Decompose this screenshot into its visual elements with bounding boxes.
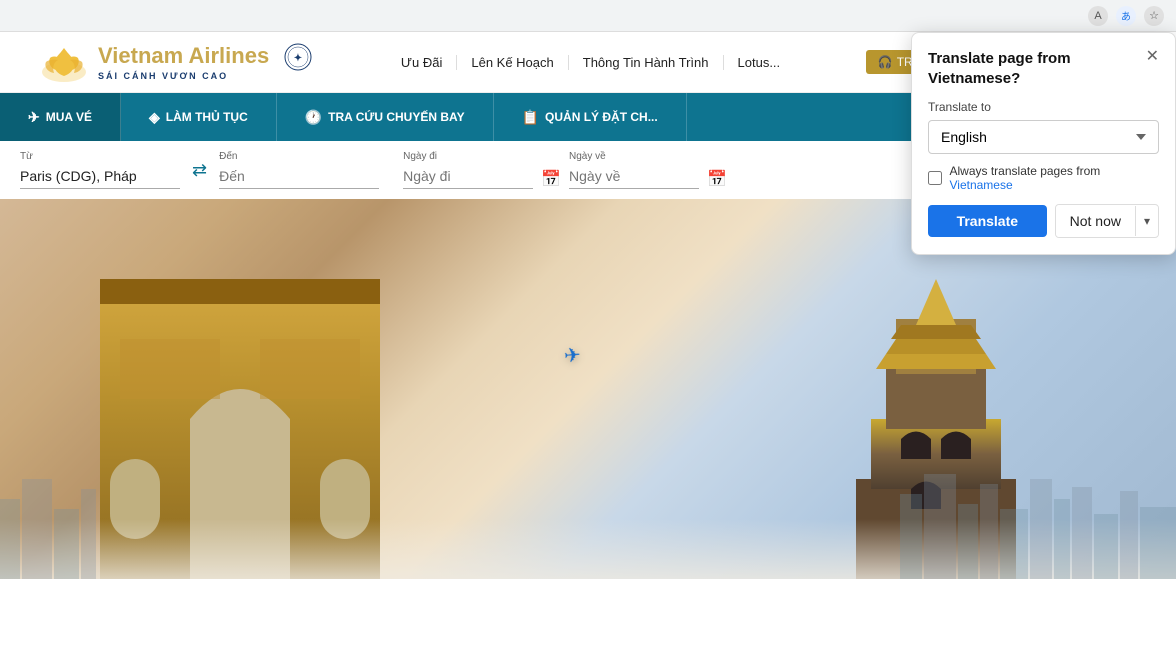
popup-close-button[interactable]: ✕: [1146, 49, 1159, 65]
hero-section: ✈: [0, 199, 1176, 579]
tab-quan-ly-label: QUẢN LÝ ĐẶT CH...: [545, 110, 658, 124]
nav-uu-dai[interactable]: Ưu Đãi: [387, 55, 457, 70]
browser-chrome: A あ ☆: [0, 0, 1176, 32]
translate-to-label: Translate to: [928, 100, 1159, 114]
translate-button[interactable]: Translate: [928, 205, 1047, 237]
vietnamese-link[interactable]: Vietnamese: [950, 178, 1013, 192]
nav-hanh-trinh[interactable]: Thông Tin Hành Trình: [569, 55, 724, 70]
logo-text: Vietnam Airlines ✦ SÁI CÁNH VƯƠN CAO: [98, 43, 315, 81]
popup-title: Translate page from Vietnamese?: [928, 49, 1138, 88]
plane-icon: ✈: [28, 109, 40, 126]
from-label: Từ: [20, 151, 180, 162]
clock-icon: 🕐: [305, 109, 322, 126]
translate-popup: Translate page from Vietnamese? ✕ Transl…: [911, 32, 1176, 255]
calendar-icon-from: 📅: [541, 169, 561, 189]
svg-text:✦: ✦: [294, 53, 302, 64]
popup-actions: Translate Not now ▾: [928, 204, 1159, 238]
always-translate-label: Always translate pages from Vietnamese: [950, 164, 1160, 192]
nav-ke-hoach[interactable]: Lên Kế Hoạch: [457, 55, 568, 70]
header-nav: Ưu Đãi Lên Kế Hoạch Thông Tin Hành Trình…: [387, 55, 794, 70]
not-now-wrapper: Not now ▾: [1055, 204, 1159, 238]
tab-mua-ve[interactable]: ✈ MUA VÉ: [0, 93, 121, 141]
tab-mua-ve-label: MUA VÉ: [46, 110, 92, 124]
always-translate-row: Always translate pages from Vietnamese: [928, 164, 1159, 192]
to-field: Đến: [219, 151, 379, 189]
tab-quan-ly[interactable]: 📋 QUẢN LÝ ĐẶT CH...: [494, 93, 687, 141]
tab-tra-cuu[interactable]: 🕐 TRA CỨU CHUYẾN BAY: [277, 93, 494, 141]
from-input[interactable]: [20, 164, 180, 189]
tab-tra-cuu-label: TRA CỨU CHUYẾN BAY: [328, 110, 464, 124]
logo-area: Vietnam Airlines ✦ SÁI CÁNH VƯƠN CAO: [40, 40, 315, 84]
font-size-icon[interactable]: A: [1088, 6, 1108, 26]
to-label: Đến: [219, 151, 379, 162]
nav-lotus[interactable]: Lotus...: [724, 55, 795, 70]
tab-lam-thu-tuc-label: LÀM THỦ TỤC: [166, 110, 248, 124]
to-input[interactable]: [219, 164, 379, 189]
from-field: Từ: [20, 151, 180, 189]
chevron-down-icon: ▾: [1144, 214, 1150, 228]
swap-button[interactable]: ⇄: [188, 156, 211, 185]
logo-name: Vietnam Airlines ✦: [98, 43, 315, 71]
date-to-label: Ngày về: [569, 151, 699, 162]
always-translate-checkbox[interactable]: [928, 171, 942, 185]
clipboard-icon: 📋: [522, 109, 539, 126]
date-to-input[interactable]: [569, 164, 699, 189]
date-from-input[interactable]: [403, 164, 533, 189]
logo-tagline: SÁI CÁNH VƯƠN CAO: [98, 71, 315, 81]
calendar-icon-to: 📅: [707, 169, 727, 189]
airplane: ✈: [563, 343, 582, 369]
date-to-field: Ngày về: [569, 151, 699, 189]
date-from-label: Ngày đi: [403, 151, 533, 162]
tab-lam-thu-tuc[interactable]: ◈ LÀM THỦ TỤC: [121, 93, 277, 141]
city-skyline: [0, 459, 1176, 579]
language-select[interactable]: English French Spanish German: [928, 120, 1159, 154]
hero-background: ✈: [0, 199, 1176, 579]
bookmark-icon[interactable]: ☆: [1144, 6, 1164, 26]
headset-icon: 🎧: [878, 55, 893, 69]
not-now-button[interactable]: Not now: [1056, 205, 1135, 237]
checkin-icon: ◈: [149, 109, 160, 126]
translate-browser-icon[interactable]: あ: [1116, 6, 1136, 26]
not-now-chevron-button[interactable]: ▾: [1135, 206, 1158, 236]
popup-header: Translate page from Vietnamese? ✕: [928, 49, 1159, 88]
lotus-logo-icon: [40, 40, 88, 84]
date-from-field: Ngày đi: [403, 151, 533, 189]
